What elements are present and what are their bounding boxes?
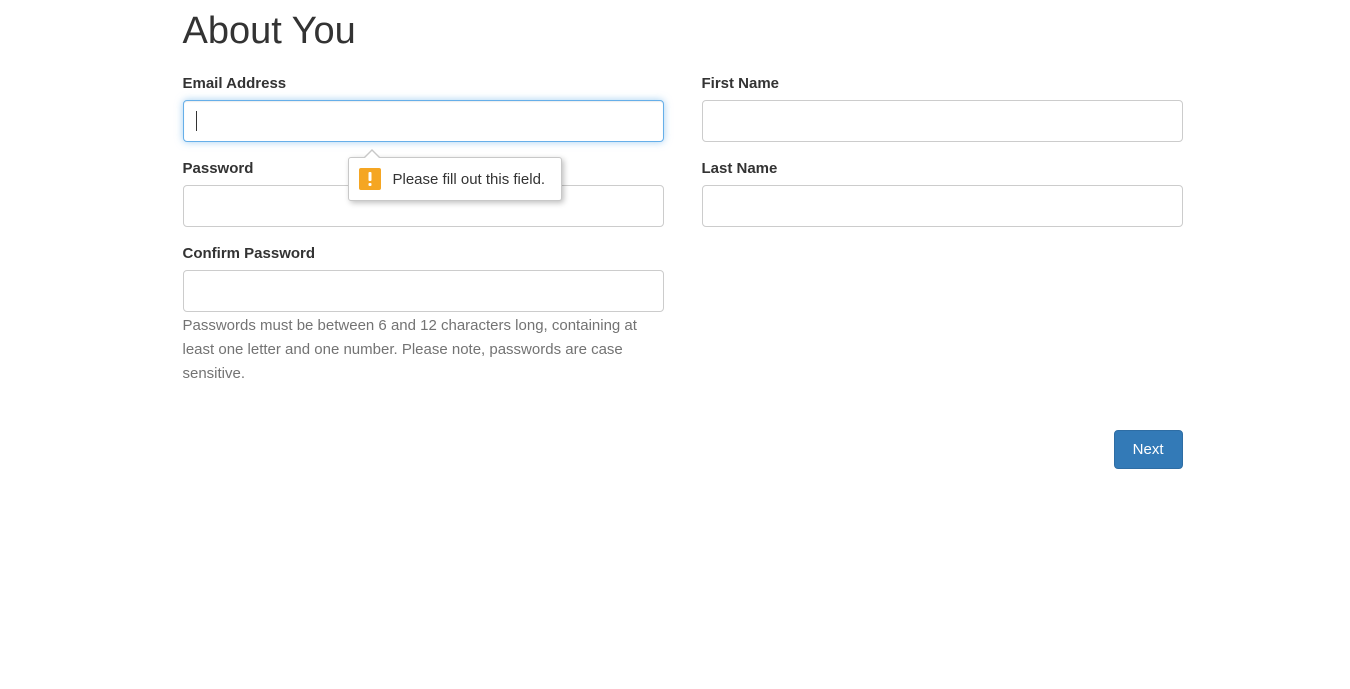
confirm-password-label: Confirm Password [183, 245, 664, 262]
last-name-input[interactable] [702, 185, 1183, 227]
warning-icon [359, 168, 381, 190]
password-help-text: Passwords must be between 6 and 12 chara… [183, 314, 664, 386]
text-cursor [196, 111, 197, 131]
confirm-password-input[interactable] [183, 270, 664, 312]
validation-message: Please fill out this field. [393, 171, 546, 188]
validation-tooltip: Please fill out this field. [348, 157, 563, 201]
first-name-label: First Name [702, 75, 1183, 92]
email-label: Email Address [183, 75, 664, 92]
first-name-input[interactable] [702, 100, 1183, 142]
last-name-label: Last Name [702, 160, 1183, 177]
page-title: About You [183, 10, 1183, 53]
next-button[interactable]: Next [1114, 430, 1183, 469]
email-input[interactable] [183, 100, 664, 142]
